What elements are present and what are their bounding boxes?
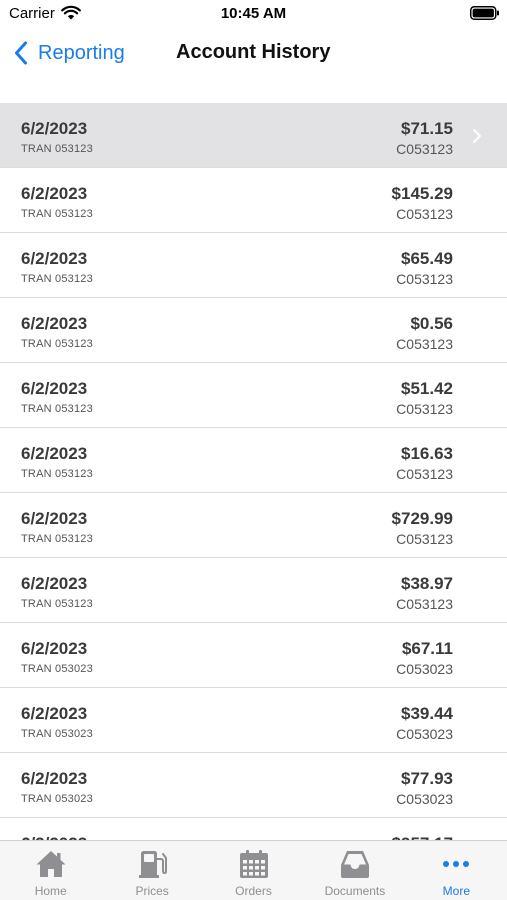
- transaction-code: C053123: [396, 401, 453, 417]
- transaction-code: C053123: [396, 271, 453, 287]
- transaction-date: 6/2/2023: [21, 769, 88, 788]
- transaction-amount: $71.15: [401, 119, 453, 138]
- transaction-reference: TRAN 053023: [21, 663, 93, 675]
- transaction-row[interactable]: 6/2/2023 TRAN 053123 $0.56 C053123: [0, 298, 507, 363]
- transaction-date: 6/2/2023: [21, 704, 88, 723]
- transaction-date: 6/2/2023: [21, 574, 88, 593]
- transaction-code: C053023: [396, 791, 453, 807]
- transaction-reference: TRAN 053023: [21, 728, 93, 740]
- transaction-date: 6/2/2023: [21, 509, 88, 528]
- transaction-date: 6/2/2023: [21, 249, 88, 268]
- header-spacer: [0, 78, 507, 103]
- tab-home[interactable]: Home: [0, 841, 101, 900]
- calendar-icon: [239, 850, 268, 878]
- status-bar: Carrier 10:45 AM: [0, 0, 507, 28]
- transaction-list[interactable]: 6/2/2023 TRAN 053123 $71.15 C053123 6/2/2023…: [0, 103, 507, 840]
- tab-documents[interactable]: Documents: [304, 841, 405, 900]
- transaction-code: C053023: [396, 661, 453, 677]
- transaction-reference: TRAN 053123: [21, 533, 93, 545]
- tab-label-more: More: [442, 884, 470, 898]
- transaction-amount: $65.49: [401, 249, 453, 268]
- transaction-row[interactable]: 6/2/2023 TRAN 053123 $51.42 C053123: [0, 363, 507, 428]
- navigation-bar: Reporting Account History: [0, 28, 507, 78]
- transaction-date: 6/2/2023: [21, 119, 88, 138]
- chevron-right-icon: [473, 129, 481, 143]
- transaction-row[interactable]: 6/2/2023TRAN 053023$957.17C053023: [0, 818, 507, 840]
- transaction-date: 6/2/2023: [21, 184, 88, 203]
- fuel-pump-icon: [139, 851, 168, 878]
- transaction-reference: TRAN 053123: [21, 403, 93, 415]
- more-dots-icon: [443, 861, 470, 867]
- transaction-date: 6/2/2023: [21, 379, 88, 398]
- inbox-tray-icon: [340, 851, 369, 878]
- transaction-row[interactable]: 6/2/2023 TRAN 053123 $145.29 C053123: [0, 168, 507, 233]
- transaction-amount: $51.42: [401, 379, 453, 398]
- transaction-amount: $38.97: [401, 574, 453, 593]
- tab-label-documents: Documents: [324, 884, 386, 898]
- tab-orders[interactable]: Orders: [203, 841, 304, 900]
- home-icon: [36, 851, 66, 877]
- transaction-code: C053123: [396, 206, 453, 222]
- transaction-code: C053123: [396, 466, 453, 482]
- transaction-amount: $729.99: [391, 509, 453, 528]
- transaction-amount: $16.63: [401, 444, 453, 463]
- transaction-reference: TRAN 053123: [21, 208, 93, 220]
- transaction-code: C053123: [396, 336, 453, 352]
- transaction-row[interactable]: 6/2/2023 TRAN 053023 $77.93 C053023: [0, 753, 507, 818]
- transaction-row[interactable]: 6/2/2023 TRAN 053123 $65.49 C053123: [0, 233, 507, 298]
- transaction-row[interactable]: 6/2/2023 TRAN 053023 $39.44 C053023: [0, 688, 507, 753]
- transaction-code: C053123: [396, 141, 453, 157]
- status-time: 10:45 AM: [220, 5, 287, 22]
- transaction-amount: $39.44: [401, 704, 453, 723]
- transaction-amount: $67.11: [401, 639, 453, 658]
- transaction-row[interactable]: 6/2/2023 TRAN 053123 $729.99 C053123: [0, 493, 507, 558]
- transaction-date: 6/2/2023: [21, 314, 88, 333]
- tab-bar: Home Prices Orders Documents More: [0, 840, 507, 900]
- transaction-reference: TRAN 053123: [21, 273, 93, 285]
- transaction-reference: TRAN 053023: [21, 793, 93, 805]
- transaction-date: 6/2/2023: [21, 444, 88, 463]
- tab-more[interactable]: More: [406, 841, 507, 900]
- transaction-amount: $0.56: [410, 314, 453, 333]
- transaction-reference: TRAN 053123: [21, 598, 93, 610]
- transaction-row[interactable]: 6/2/2023 TRAN 053123 $38.97 C053123: [0, 558, 507, 623]
- transaction-code: C053123: [396, 596, 453, 612]
- page-title: Account History: [176, 41, 331, 63]
- battery-icon: [470, 6, 499, 20]
- tab-label-orders: Orders: [235, 884, 272, 898]
- back-label: Reporting: [38, 41, 125, 64]
- transaction-amount: $145.29: [391, 184, 453, 203]
- tab-label-prices: Prices: [135, 884, 169, 898]
- tab-prices[interactable]: Prices: [101, 841, 202, 900]
- transaction-row[interactable]: 6/2/2023 TRAN 053023 $67.11 C053023: [0, 623, 507, 688]
- transaction-code: C053023: [396, 726, 453, 742]
- transaction-reference: TRAN 053123: [21, 338, 93, 350]
- tab-label-home: Home: [34, 884, 67, 898]
- transaction-date: 6/2/2023: [21, 639, 88, 658]
- back-button[interactable]: Reporting: [14, 38, 125, 68]
- transaction-reference: TRAN 053123: [21, 468, 93, 480]
- transaction-amount: $77.93: [401, 769, 453, 788]
- transaction-code: C053123: [396, 531, 453, 547]
- transaction-row[interactable]: 6/2/2023 TRAN 053123 $71.15 C053123: [0, 103, 507, 168]
- transaction-row[interactable]: 6/2/2023 TRAN 053123 $16.63 C053123: [0, 428, 507, 493]
- transaction-reference: TRAN 053123: [21, 143, 93, 155]
- back-chevron-icon: [15, 41, 27, 65]
